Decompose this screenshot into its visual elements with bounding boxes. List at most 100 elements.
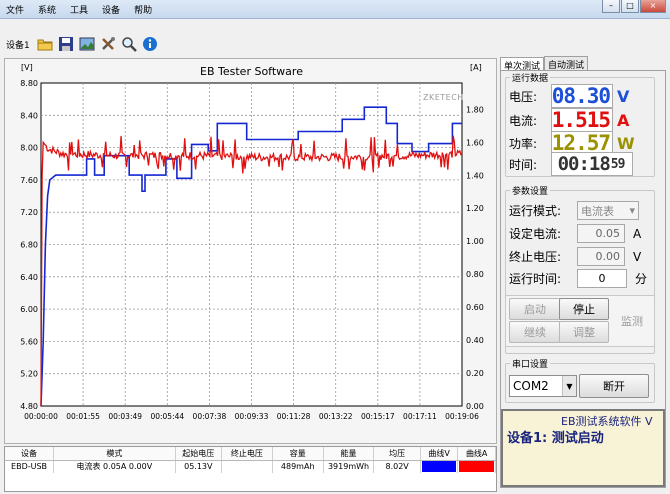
y-left-tick-label: 5.60 [20, 337, 38, 346]
disconnect-button[interactable]: 断开 [579, 374, 649, 398]
table-row[interactable]: EBD-USB 电流表 0.05A 0.00V 05.13V 489mAh 39… [5, 460, 496, 473]
run-time-label: 运行时间: [509, 272, 562, 286]
y-left-tick-label: 6.40 [20, 273, 38, 282]
y-right-tick-label: 0.60 [466, 303, 484, 312]
status-message: 设备1: 测试启动 [507, 431, 604, 446]
current-unit: A [617, 110, 630, 130]
menu-help[interactable]: 帮助 [132, 3, 154, 16]
info-icon[interactable] [141, 35, 159, 53]
close-button[interactable]: × [640, 0, 666, 13]
tools-icon[interactable] [99, 35, 117, 53]
title-bar: 文件 系统 工具 设备 帮助 – □ × [0, 0, 670, 19]
cell-capacity: 489mAh [272, 460, 324, 473]
menu-file[interactable]: 文件 [4, 3, 26, 16]
com-port-value: COM2 [513, 379, 549, 393]
run-time-row: 运行时间: 0 分 [509, 269, 647, 288]
col-device: 设备 [5, 447, 55, 461]
power-unit: W [617, 133, 635, 153]
params-legend: 参数设置 [512, 187, 549, 197]
y-left-tick-label: 7.60 [20, 176, 38, 185]
cell-energy: 3919mWh [323, 460, 375, 473]
menu-device[interactable]: 设备 [100, 3, 122, 16]
current-label: 电流: [509, 113, 538, 128]
cell-start-voltage: 05.13V [175, 460, 223, 473]
power-label: 功率: [509, 136, 538, 151]
set-current-input[interactable]: 0.05 [577, 224, 625, 243]
maximize-button[interactable]: □ [621, 0, 639, 13]
device-label: 设备1 [6, 40, 30, 51]
curve-a-swatch[interactable] [459, 461, 494, 473]
mode-select[interactable]: 电流表 ▾ [577, 201, 639, 220]
menu-system[interactable]: 系统 [36, 3, 58, 16]
x-tick-label: 00:17:11 [403, 412, 437, 421]
chart-title: EB Tester Software [200, 65, 303, 78]
end-voltage-unit: V [633, 249, 642, 264]
y-right-tick-label: 1.80 [466, 105, 484, 114]
y-left-tick-label: 4.80 [20, 402, 38, 411]
y-left-tick-label: 8.00 [20, 144, 38, 153]
com-port-select[interactable]: COM2 ▼ [509, 375, 577, 397]
right-axis-unit: [A] [470, 63, 482, 72]
chart-image-icon[interactable] [78, 35, 96, 53]
toolbar: 设备1 [0, 33, 670, 55]
save-icon[interactable] [57, 35, 75, 53]
x-tick-label: 00:09:33 [235, 412, 269, 421]
col-end-voltage: 终止电压 [221, 447, 273, 461]
x-tick-label: 00:01:55 [66, 412, 100, 421]
y-left-tick-label: 6.80 [20, 241, 38, 250]
watermark: ZKETECH [423, 93, 464, 102]
mode-value: 电流表 [581, 204, 614, 218]
x-tick-label: 00:11:28 [277, 412, 311, 421]
current-row: 电流: 1.515 A [509, 108, 629, 132]
time-label: 时间: [509, 157, 538, 172]
status-box: EB测试系统软件 V 设备1: 测试启动 [501, 409, 665, 487]
time-value: 00:18 [557, 153, 611, 175]
continue-button[interactable]: 继续 [509, 321, 561, 343]
chevron-down-icon: ▼ [562, 376, 576, 396]
col-curve-v: 曲线V [420, 447, 459, 461]
magnifier-icon[interactable] [120, 35, 138, 53]
y-left-tick-label: 6.00 [20, 305, 38, 314]
chevron-down-icon: ▾ [629, 204, 635, 217]
end-voltage-input[interactable]: 0.00 [577, 247, 625, 266]
y-left-tick-label: 5.20 [20, 370, 38, 379]
run-time-unit: 分 [635, 272, 648, 286]
voltage-current-chart: 8.80 8.40 8.00 7.60 7.20 6.80 6.40 6.00 5.60 5.20… [20, 79, 484, 421]
col-start-voltage: 起始电压 [175, 447, 223, 461]
x-tick-label: 00:13:22 [319, 412, 353, 421]
stop-button[interactable]: 停止 [559, 298, 609, 320]
curve-v-swatch[interactable] [421, 461, 457, 473]
end-voltage-label: 终止电压: [509, 250, 562, 264]
y-right-tick-label: 1.60 [466, 138, 484, 147]
end-voltage-row: 终止电压: 0.00 V [509, 247, 641, 266]
menu-tools[interactable]: 工具 [68, 3, 90, 16]
voltage-unit: V [617, 86, 630, 106]
col-mode: 模式 [53, 447, 176, 461]
col-avg-voltage: 均压 [373, 447, 421, 461]
time-seconds: 59 [610, 156, 626, 172]
time-display: 00:18 59 [551, 152, 633, 176]
x-tick-label: 00:00:00 [24, 412, 58, 421]
y-right-tick-label: 1.40 [466, 171, 484, 180]
x-tick-label: 00:19:06 [445, 412, 479, 421]
run-time-input[interactable]: 0 [577, 269, 627, 288]
start-button[interactable]: 启动 [509, 298, 561, 320]
set-current-row: 设定电流: 0.05 A [509, 224, 641, 243]
serial-legend: 串口设置 [512, 360, 549, 370]
cell-mode: 电流表 0.05A 0.00V [53, 460, 176, 473]
adjust-button[interactable]: 调整 [559, 321, 609, 343]
minimize-button[interactable]: – [602, 0, 620, 13]
control-panel: 运行数据 电压: 08.30 V 电流: 1.515 A 功率: 12.57 W… [500, 70, 666, 488]
cell-device: EBD-USB [5, 460, 55, 473]
voltage-label: 电压: [509, 89, 538, 104]
menu-bar: 文件 系统 工具 设备 帮助 [4, 3, 154, 16]
current-display: 1.515 [551, 108, 613, 132]
x-tick-label: 00:05:44 [150, 412, 184, 421]
col-energy: 能量 [323, 447, 375, 461]
y-left-tick-label: 8.80 [20, 79, 38, 88]
y-right-tick-label: 1.20 [466, 204, 484, 213]
x-tick-label: 00:03:49 [108, 412, 142, 421]
y-right-tick-label: 0.00 [466, 402, 484, 411]
monitor-button[interactable]: 监测 [611, 303, 653, 339]
folder-open-icon[interactable] [36, 35, 54, 53]
